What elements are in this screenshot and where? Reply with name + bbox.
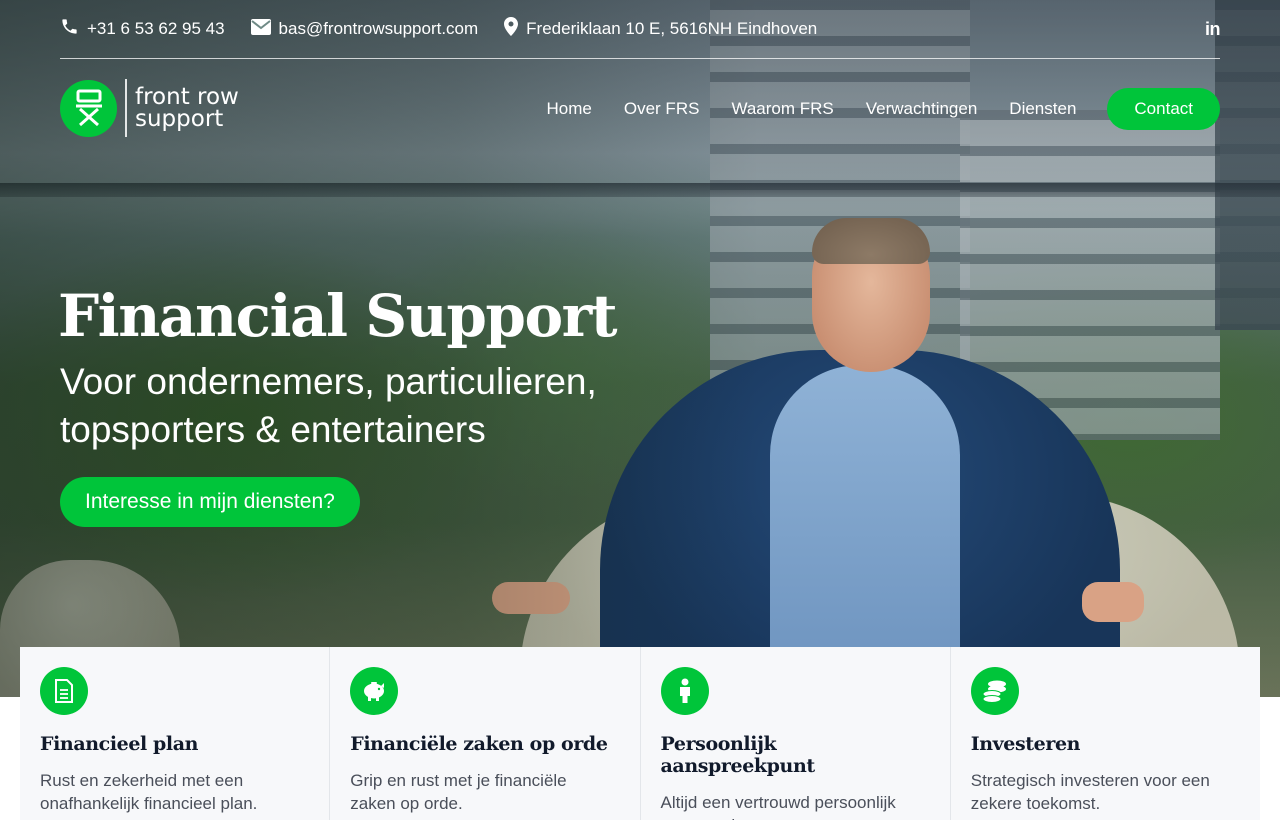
map-pin-icon [504,17,519,41]
card-title: Persoonlijk aanspreekpunt [660,733,816,777]
card-title: Financiële zaken op orde [350,733,608,755]
envelope-icon [250,18,271,40]
phone-number: +31 6 53 62 95 43 [87,19,225,38]
contact-button[interactable]: Contact [1107,88,1220,130]
logo-wordmark: front row support [135,84,239,132]
main-nav: Home Over FRS Waarom FRS Verwachtingen D… [515,88,1220,130]
person-hair [812,218,930,264]
linkedin-icon[interactable]: in [1205,19,1221,40]
service-card-financieel-plan[interactable]: Financieel plan Rust en zekerheid met ee… [20,647,331,820]
top-contact-bar: +31 6 53 62 95 43 bas@frontrowsupport.co… [60,0,1221,59]
director-chair-icon [60,79,117,137]
document-icon [40,667,88,715]
hero-subtitle: Voor ondernemers, particulieren, topspor… [60,361,597,450]
service-card-investeren[interactable]: Investeren Strategisch investeren voor e… [951,647,1260,820]
card-title: Investeren [970,733,1081,755]
card-text: Strategisch investeren voor een zekere t… [970,771,1210,813]
piggy-bank-icon [350,667,399,715]
email-address: bas@frontrowsupport.com [278,19,479,38]
phone-link[interactable]: +31 6 53 62 95 43 [60,17,225,41]
service-card-financiele-zaken[interactable]: Financiële zaken op orde Grip en rust me… [330,647,641,820]
nav-item-waarom-frs[interactable]: Waarom FRS [731,99,833,119]
site-logo[interactable]: front row support [60,79,239,137]
nav-item-verwachtingen[interactable]: Verwachtingen [866,99,978,119]
services-cards: Financieel plan Rust en zekerheid met ee… [20,647,1260,820]
person-shirt [770,365,960,665]
address-item: Frederiklaan 10 E, 5616NH Eindhoven [504,17,817,41]
phone-icon [60,17,79,41]
person-hand [1082,582,1144,622]
card-title: Financieel plan [40,733,199,755]
address-text: Frederiklaan 10 E, 5616NH Eindhoven [526,19,818,38]
services-interest-button[interactable]: Interesse in mijn diensten? [60,477,360,527]
hero-title: Financial Support [58,282,617,350]
card-text: Altijd een vertrouwd persoonlijk aanspre… [660,793,896,820]
email-link[interactable]: bas@frontrowsupport.com [250,18,479,40]
nav-item-diensten[interactable]: Diensten [1009,99,1076,119]
card-text: Grip en rust met je financiële zaken op … [350,771,567,813]
coins-icon [970,667,1019,715]
service-card-aanspreekpunt[interactable]: Persoonlijk aanspreekpunt Altijd een ver… [641,647,951,820]
card-text: Rust en zekerheid met een onafhankelijk … [40,771,258,813]
person-icon [660,667,709,715]
nav-item-home[interactable]: Home [547,99,592,119]
nav-item-over-frs[interactable]: Over FRS [624,99,700,119]
